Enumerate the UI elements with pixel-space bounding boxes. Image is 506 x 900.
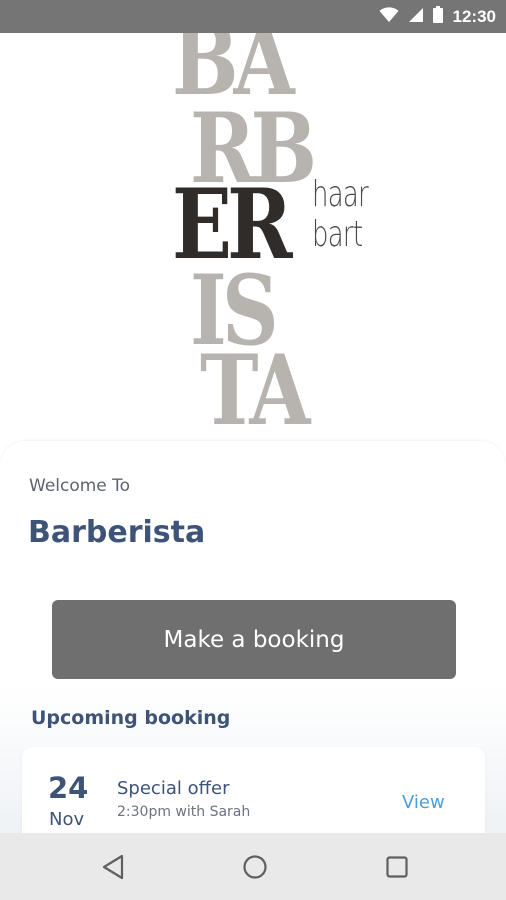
barberista-logo: BA RB ER haar bart IS TA [0,33,506,433]
wifi-icon [379,6,399,27]
make-booking-button[interactable]: Make a booking [52,600,456,679]
upcoming-booking-card[interactable]: 24 Nov Special offer 2:30pm with Sarah V… [22,747,485,847]
logo-line-5: TA [200,334,310,434]
recents-icon[interactable] [382,853,412,881]
logo-side-text-2: bart [312,214,363,255]
booking-day: 24 [48,771,89,805]
cellular-signal-icon [408,7,423,27]
status-icons: 12:30 [379,0,496,33]
booking-detail: 2:30pm with Sarah [117,804,251,820]
status-time: 12:30 [452,6,496,26]
welcome-card: Welcome To Barberista Make a booking Upc… [0,441,506,847]
booking-month: Nov [49,809,85,830]
back-icon[interactable] [98,853,128,881]
status-bar: 12:30 [0,0,506,33]
home-icon[interactable] [240,853,270,881]
welcome-text: Welcome To [29,476,131,496]
booking-title: Special offer [117,778,230,799]
upcoming-booking-heading: Upcoming booking [31,707,231,729]
view-booking-link[interactable]: View [402,792,445,813]
business-name: Barberista [28,515,206,550]
logo-side-text-1: haar [312,174,369,215]
battery-icon [432,6,443,27]
navigation-bar [0,833,506,900]
